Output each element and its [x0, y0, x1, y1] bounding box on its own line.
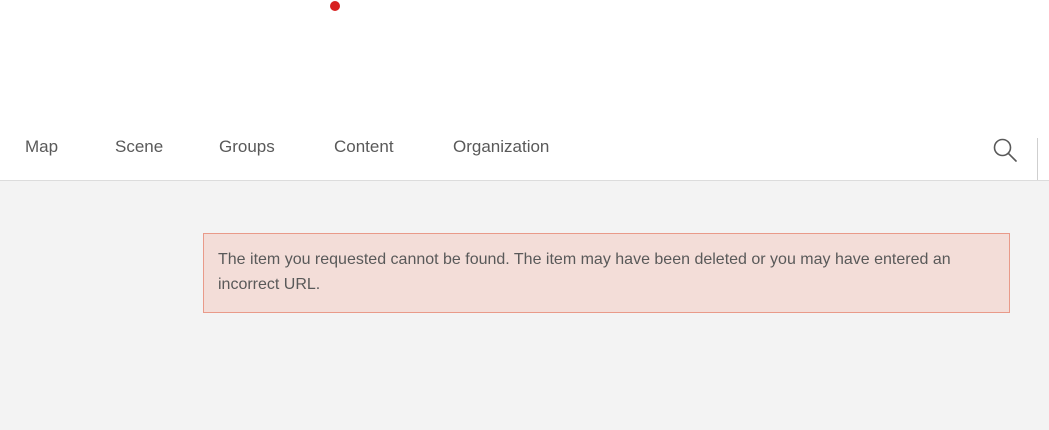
search-button[interactable]	[990, 135, 1020, 165]
nav-item-content[interactable]: Content	[334, 137, 394, 157]
search-icon	[993, 138, 1017, 162]
header: Map Scene Groups Content Organization	[0, 0, 1049, 181]
error-message: The item you requested cannot be found. …	[218, 251, 951, 293]
nav-item-groups[interactable]: Groups	[219, 137, 275, 157]
nav-item-scene[interactable]: Scene	[115, 137, 163, 157]
header-divider	[1037, 138, 1038, 180]
error-alert: The item you requested cannot be found. …	[203, 233, 1010, 313]
brand-dot	[330, 1, 340, 11]
nav-item-map[interactable]: Map	[25, 137, 58, 157]
nav-item-organization[interactable]: Organization	[453, 137, 549, 157]
